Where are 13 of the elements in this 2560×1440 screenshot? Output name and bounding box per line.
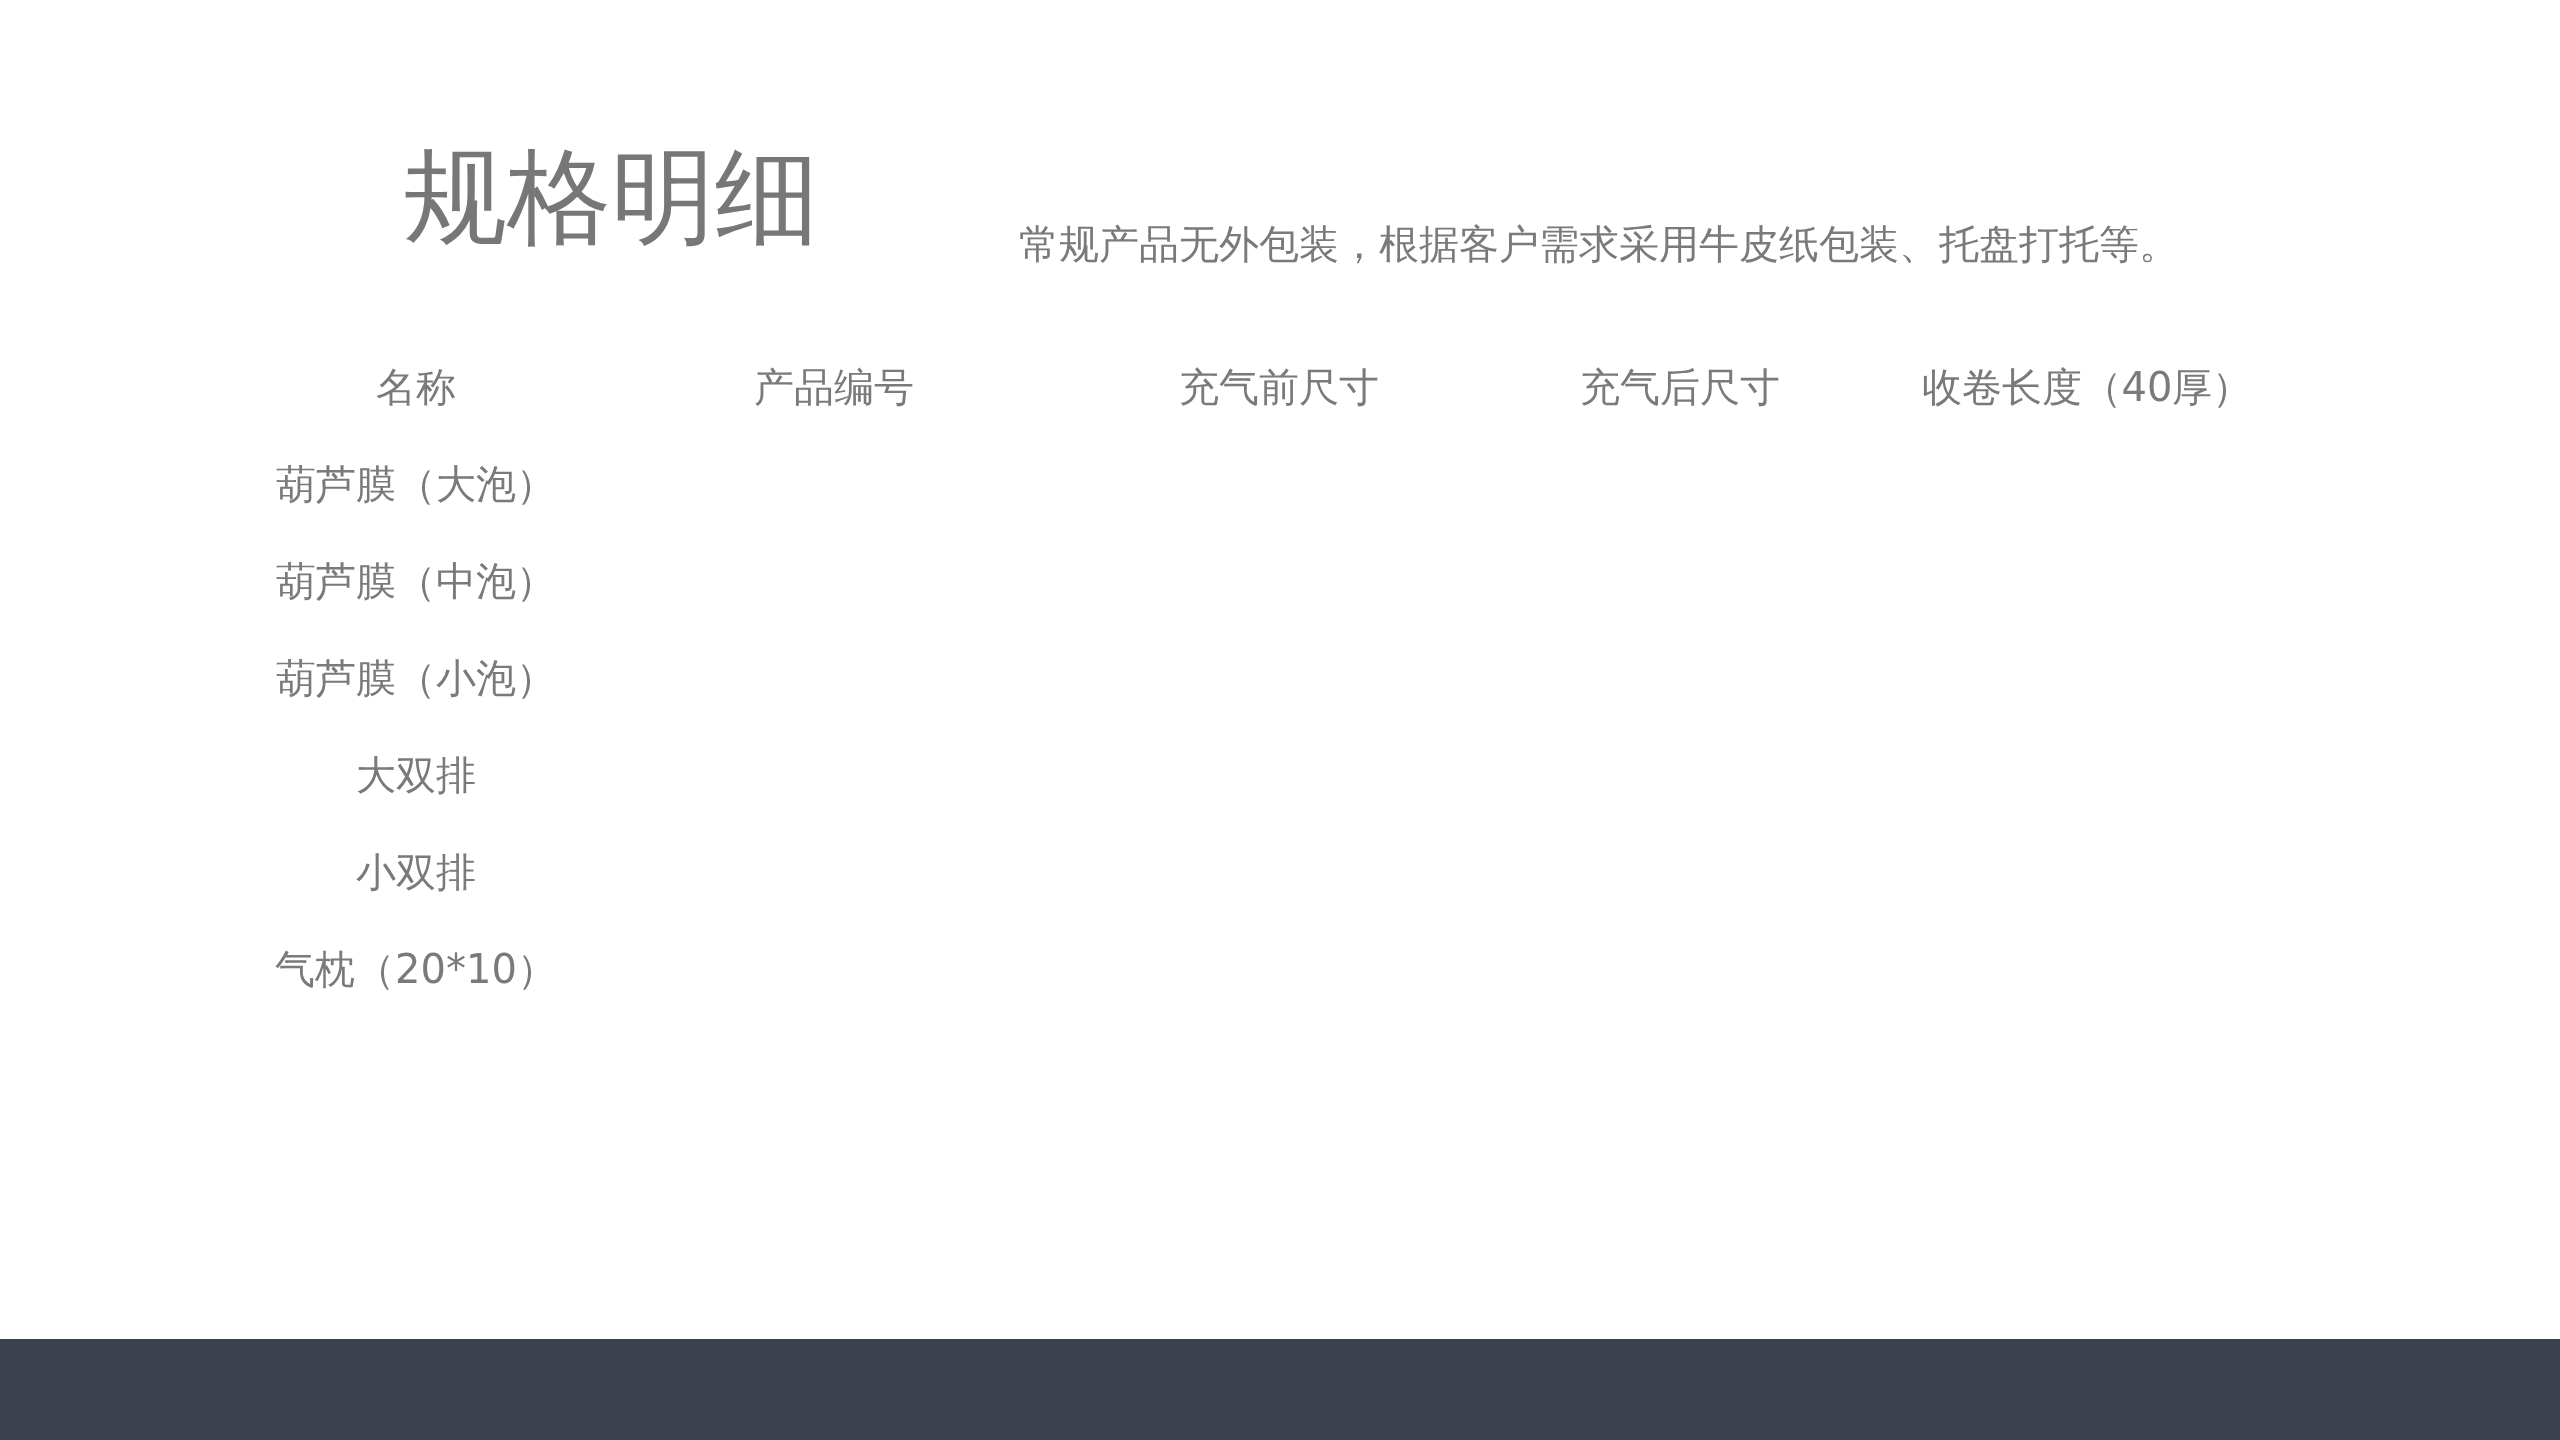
column-header: 充气后尺寸 <box>1580 363 1780 413</box>
page-title: 规格明细 <box>403 140 819 255</box>
column-header: 产品编号 <box>754 363 914 413</box>
column-header: 充气前尺寸 <box>1179 363 1379 413</box>
packaging-note: 常规产品无外包装，根据客户需求采用牛皮纸包装、托盘打托等。 <box>1019 220 2179 270</box>
table-cell-text: 葫芦膜（大泡） <box>276 460 556 510</box>
table-cell-text: 葫芦膜（小泡） <box>276 654 556 704</box>
table-cell-text: 气枕（20*10） <box>275 945 557 995</box>
table-cell-text: 葫芦膜（中泡） <box>276 557 556 607</box>
column-header: 名称 <box>376 363 456 413</box>
column-header: 收卷长度（40厚） <box>1921 363 2253 413</box>
table-cell-text: 大双排 <box>356 751 476 801</box>
table-cell-text: 小双排 <box>356 848 476 898</box>
